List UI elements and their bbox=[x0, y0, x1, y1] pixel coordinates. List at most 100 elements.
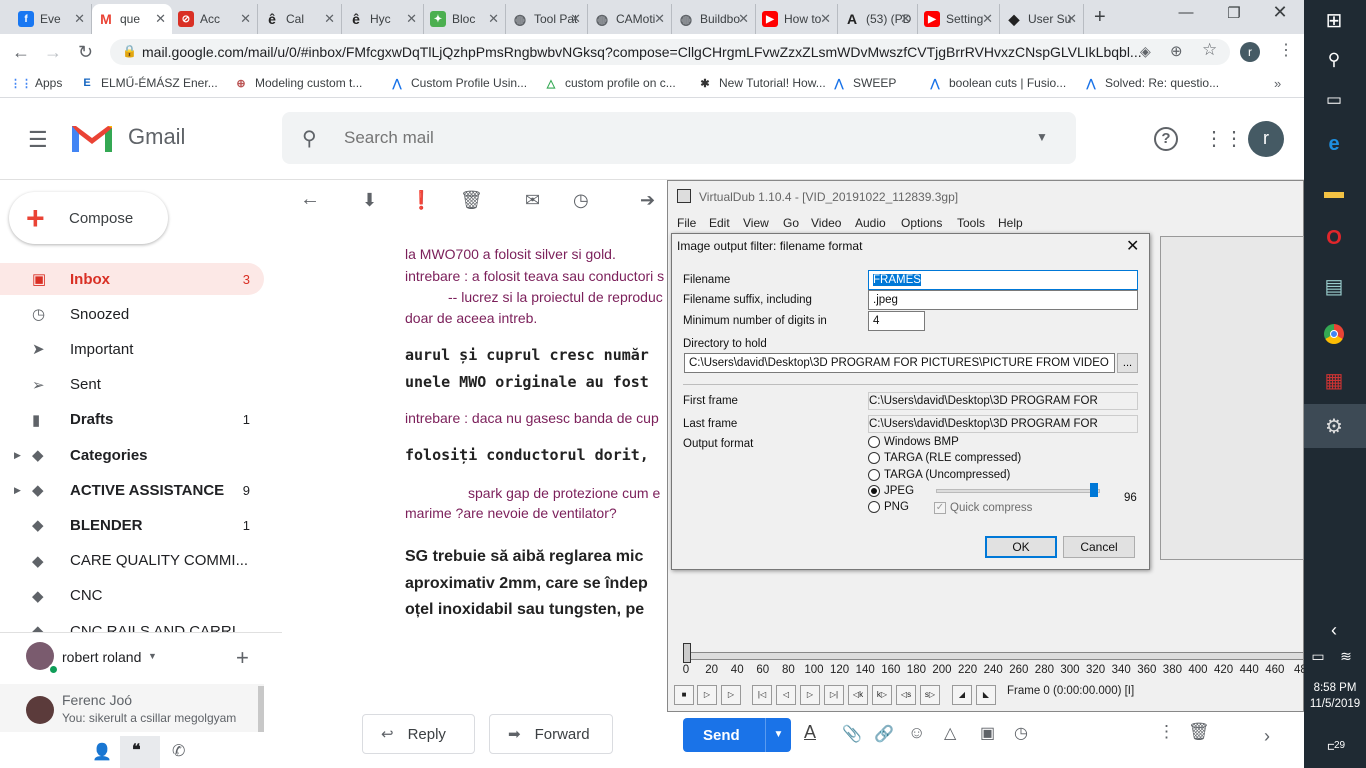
new-tab-button[interactable]: + bbox=[1094, 6, 1106, 29]
delete-icon[interactable]: 🗑 bbox=[460, 190, 483, 211]
confidential-icon[interactable]: ◷ bbox=[1014, 723, 1028, 743]
close-tab-icon[interactable]: ✕ bbox=[240, 11, 251, 27]
profile-avatar[interactable]: r bbox=[1240, 42, 1260, 62]
browser-tab[interactable]: ◍ Buildbo ✕ bbox=[672, 4, 756, 34]
vdub-menu-video[interactable]: Video bbox=[811, 216, 841, 230]
quick-compress-checkbox[interactable]: ✓ bbox=[934, 502, 946, 514]
start-icon[interactable]: |◁ bbox=[752, 685, 772, 705]
search-icon[interactable]: ⚲ bbox=[302, 126, 317, 151]
close-tab-icon[interactable]: ✕ bbox=[406, 11, 417, 27]
browser-tab[interactable]: ê Cal ✕ bbox=[258, 4, 342, 34]
close-tab-icon[interactable]: ✕ bbox=[324, 11, 335, 27]
new-conversation-icon[interactable]: + bbox=[236, 645, 249, 671]
battery-icon[interactable]: ▭ bbox=[1308, 640, 1328, 672]
vdub-menu-view[interactable]: View bbox=[743, 216, 769, 230]
formatting-icon[interactable]: A bbox=[804, 722, 816, 743]
mark-unread-icon[interactable]: ✉ bbox=[525, 190, 540, 211]
next-frame-icon[interactable]: ▷ bbox=[800, 685, 820, 705]
bookmark-item[interactable]: ⋀ SWEEP bbox=[832, 76, 896, 90]
bookmark-item[interactable]: ⋀ Solved: Re: questio... bbox=[1084, 76, 1219, 90]
bookmark-item[interactable]: ⋮⋮ Apps bbox=[10, 76, 62, 90]
winrar-icon[interactable]: ▦ bbox=[1318, 364, 1350, 396]
discard-draft-icon[interactable]: 🗑 bbox=[1188, 722, 1210, 742]
link-icon[interactable]: 🔗 bbox=[874, 724, 894, 744]
address-bar[interactable]: mail.google.com/mail/u/0/#inbox/FMfcgxwD… bbox=[110, 39, 1230, 65]
browser-tab[interactable]: A (53) (PD ✕ bbox=[838, 4, 918, 34]
prev-frame-icon[interactable]: ◁ bbox=[776, 685, 796, 705]
close-tab-icon[interactable]: ✕ bbox=[570, 11, 581, 27]
quality-slider-thumb[interactable] bbox=[1090, 483, 1098, 497]
close-tab-icon[interactable]: ✕ bbox=[654, 11, 665, 27]
sidebar-item-important[interactable]: ➤ Important bbox=[0, 333, 264, 365]
chrome-menu-icon[interactable]: ⋮ bbox=[1278, 40, 1294, 60]
radio-button[interactable] bbox=[868, 501, 880, 514]
snooze-icon[interactable]: ◷ bbox=[573, 190, 589, 211]
bookmark-item[interactable]: ✱ New Tutorial! How... bbox=[698, 76, 825, 90]
opera-icon[interactable]: O bbox=[1318, 222, 1350, 254]
browser-tab[interactable]: Mque ✕ bbox=[92, 4, 172, 34]
hangouts-scrollbar[interactable] bbox=[258, 686, 264, 732]
move-to-icon[interactable]: ➔ bbox=[640, 190, 655, 211]
restore-button[interactable]: ❐ bbox=[1214, 4, 1254, 22]
close-tab-icon[interactable]: ✕ bbox=[1066, 11, 1077, 27]
suffix-input[interactable]: .jpeg bbox=[868, 290, 1138, 310]
zoom-icon[interactable]: ⊕ bbox=[1170, 42, 1183, 60]
browser-tab[interactable]: ◍ CAMoti ✕ bbox=[588, 4, 672, 34]
digits-input[interactable]: 4 bbox=[868, 311, 925, 331]
app-window-icon[interactable]: ▤ bbox=[1318, 270, 1350, 302]
bookmark-item[interactable]: E ELMŰ-ÉMÁSZ Ener... bbox=[80, 76, 217, 90]
play-output-icon[interactable]: ▷ bbox=[721, 685, 741, 705]
vdub-menu-audio[interactable]: Audio bbox=[855, 216, 886, 230]
forward-button[interactable]: ➡ Forward bbox=[489, 714, 613, 754]
format-option-targa[interactable]: TARGA (RLE compressed) bbox=[868, 452, 1021, 465]
browser-tab[interactable]: ▶ Setting ✕ bbox=[918, 4, 1000, 34]
prev-scene-icon[interactable]: ◁s bbox=[896, 685, 916, 705]
search-options-icon[interactable]: ▼ bbox=[1036, 130, 1048, 144]
format-option-windows[interactable]: Windows BMP bbox=[868, 436, 959, 448]
close-tab-icon[interactable]: ✕ bbox=[74, 11, 85, 27]
sidebar-item-drafts[interactable]: ▮ Drafts 1 bbox=[0, 404, 264, 436]
sidebar-item-care-quality-commi[interactable]: ◆ CARE QUALITY COMMI... bbox=[0, 545, 264, 577]
browser-tab[interactable]: ✦ Bloc ✕ bbox=[424, 4, 506, 34]
browser-tab[interactable]: ▶ How to ✕ bbox=[756, 4, 838, 34]
search-input[interactable] bbox=[344, 128, 944, 148]
status-dropdown-icon[interactable]: ▼ bbox=[148, 651, 157, 661]
radio-button[interactable] bbox=[868, 484, 880, 497]
vdub-menu-edit[interactable]: Edit bbox=[709, 216, 730, 230]
close-tab-icon[interactable]: ✕ bbox=[900, 11, 911, 27]
format-option-targa[interactable]: TARGA (Uncompressed) bbox=[868, 468, 1010, 481]
next-scene-icon[interactable]: s▷ bbox=[920, 685, 940, 705]
file-explorer-icon[interactable]: ▬ bbox=[1318, 176, 1350, 208]
bookmark-item[interactable]: △ custom profile on c... bbox=[544, 76, 676, 90]
expand-arrow-icon[interactable]: ▶ bbox=[14, 485, 21, 496]
close-tab-icon[interactable]: ✕ bbox=[488, 11, 499, 27]
drive-icon[interactable]: △ bbox=[944, 723, 956, 743]
browser-tab[interactable]: ê Hyc ✕ bbox=[342, 4, 424, 34]
prev-key-icon[interactable]: ◁k bbox=[848, 685, 868, 705]
browser-tab[interactable]: ⊘ Acc ✕ bbox=[172, 4, 258, 34]
report-spam-icon[interactable]: ❗ bbox=[410, 190, 432, 211]
timeline-slider-thumb[interactable] bbox=[683, 643, 691, 663]
sidebar-item-active-assistance[interactable]: ▶ ◆ ACTIVE ASSISTANCE 9 bbox=[0, 474, 264, 506]
bookmark-item[interactable]: ⋀ boolean cuts | Fusio... bbox=[928, 76, 1066, 90]
browser-tab[interactable]: ◆ User Su ✕ bbox=[1000, 4, 1084, 34]
vdub-menu-help[interactable]: Help bbox=[998, 216, 1023, 230]
radio-button[interactable] bbox=[868, 436, 880, 448]
send-options-icon[interactable]: ▼ bbox=[765, 718, 791, 752]
send-button[interactable]: Send ▼ bbox=[683, 718, 791, 752]
format-option-png[interactable]: PNG bbox=[868, 501, 909, 514]
dialog-close-icon[interactable]: ✕ bbox=[1126, 236, 1139, 256]
radio-button[interactable] bbox=[868, 468, 880, 481]
quality-slider-track[interactable] bbox=[936, 489, 1100, 493]
forward-button[interactable]: → bbox=[44, 42, 62, 63]
close-window-button[interactable]: ✕ bbox=[1260, 2, 1300, 23]
filename-input[interactable]: FRAMES bbox=[868, 270, 1138, 290]
browser-tab[interactable]: f Eve ✕ bbox=[12, 4, 92, 34]
bookmark-item[interactable]: ⋀ Custom Profile Usin... bbox=[390, 76, 527, 90]
sidebar-item-blender[interactable]: ◆ BLENDER 1 bbox=[0, 509, 264, 541]
vdub-menu-tools[interactable]: Tools bbox=[957, 216, 985, 230]
more-bookmarks-icon[interactable]: » bbox=[1274, 76, 1281, 91]
more-options-icon[interactable]: ⋮ bbox=[1158, 722, 1175, 742]
back-to-inbox-icon[interactable]: ← bbox=[300, 188, 320, 211]
radio-button[interactable] bbox=[868, 452, 880, 465]
